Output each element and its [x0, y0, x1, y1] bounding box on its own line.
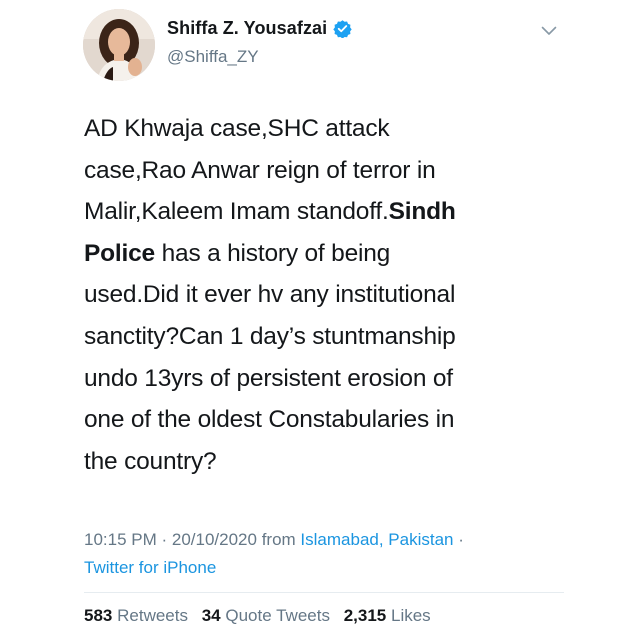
tweet-text-segment: undo 13yrs of persistent erosion of	[84, 364, 453, 392]
quote-tweets-stat[interactable]: 34 Quote Tweets	[202, 606, 330, 625]
tweet-text-segment: case,Rao Anwar reign of terror in	[84, 156, 436, 184]
likes-label: Likes	[390, 606, 431, 625]
quote-tweets-label: Quote Tweets	[225, 606, 330, 625]
likes-count: 2,315	[343, 606, 387, 625]
user-handle[interactable]: @Shiffa_ZY	[167, 47, 259, 67]
tweet-meta: 10:15 PM · 20/10/2020 from Islamabad, Pa…	[84, 526, 574, 582]
tweet-text-segment: sanctity?Can 1 day’s stuntmanship	[84, 322, 456, 350]
tweet-text-segment: the country?	[84, 447, 217, 475]
tweet-time[interactable]: 10:15 PM	[84, 530, 157, 549]
tweet-text-line: Malir,Kaleem Imam standoff.Sindh	[84, 191, 554, 233]
user-name-row: Shiffa Z. Yousafzai	[167, 18, 352, 39]
tweet-text-segment: Malir,Kaleem Imam standoff.	[84, 198, 389, 226]
verified-badge-icon	[333, 19, 352, 38]
chevron-down-icon[interactable]	[538, 20, 560, 42]
tweet-text-line: Police has a history of being	[84, 233, 554, 275]
tweet-date[interactable]: 20/10/2020	[172, 530, 257, 549]
tweet-text-line: case,Rao Anwar reign of terror in	[84, 150, 554, 192]
tweet-text-line: the country?	[84, 441, 554, 483]
tweet-card: Shiffa Z. Yousafzai @Shiffa_ZY AD Khwaja…	[0, 0, 640, 640]
avatar[interactable]	[83, 9, 155, 81]
tweet-text-bold-segment: Police	[84, 239, 155, 267]
retweets-count: 583	[84, 606, 113, 625]
tweet-text-line: sanctity?Can 1 day’s stuntmanship	[84, 316, 554, 358]
location-link[interactable]: Islamabad, Pakistan	[300, 530, 453, 549]
tweet-text-bold-segment: Sindh	[388, 198, 456, 226]
likes-stat[interactable]: 2,315 Likes	[344, 606, 431, 625]
tweet-text-line: undo 13yrs of persistent erosion of	[84, 358, 554, 400]
source-link[interactable]: Twitter for iPhone	[84, 558, 216, 577]
tweet-text-segment: used.Did it ever hv any institutional	[84, 281, 456, 309]
tweet-text-line: used.Did it ever hv any institutional	[84, 274, 554, 316]
tweet-text: AD Khwaja case,SHC attack case,Rao Anwar …	[84, 108, 554, 482]
tweet-text-segment: AD Khwaja case,SHC attack	[84, 115, 390, 142]
meta-separator: ·	[156, 530, 172, 549]
retweets-label: Retweets	[117, 606, 188, 625]
avatar-image	[83, 9, 155, 81]
quote-tweets-count: 34	[201, 606, 221, 625]
tweet-stats: 583 Retweets 34 Quote Tweets 2,315 Likes	[84, 606, 440, 626]
divider	[84, 592, 564, 593]
tweet-text-segment: one of the oldest Constabularies in	[84, 406, 455, 434]
tweet-text-line: one of the oldest Constabularies in	[84, 399, 554, 441]
retweets-stat[interactable]: 583 Retweets	[84, 606, 188, 625]
tweet-text-line: AD Khwaja case,SHC attack	[84, 108, 554, 150]
tweet-text-segment: has a history of being	[154, 239, 391, 267]
meta-trailing-separator: ·	[453, 530, 464, 549]
display-name[interactable]: Shiffa Z. Yousafzai	[167, 18, 327, 39]
from-label: from	[256, 530, 301, 549]
